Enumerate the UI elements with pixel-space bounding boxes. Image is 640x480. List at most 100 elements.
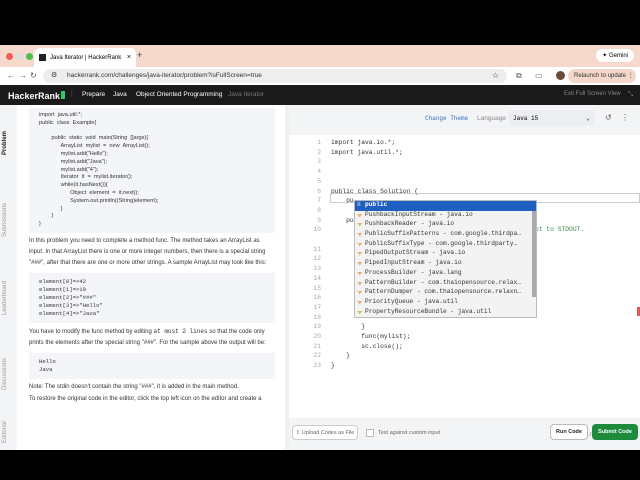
inline-code: at most 2 lines	[153, 327, 208, 335]
minimize-window-button[interactable]	[16, 53, 23, 60]
line-number: 20	[313, 333, 321, 340]
url-input[interactable]: ⚙ hackerrank.com/challenges/java-iterato…	[43, 69, 507, 83]
autocomplete-label: ProcessBuilder - java.lang	[365, 268, 462, 276]
language-select[interactable]: Java 15 ⌄	[509, 110, 595, 126]
line-number: 17	[313, 303, 321, 311]
autocomplete-item[interactable]: ᯤ PipedInputStream - java.io	[355, 259, 536, 269]
autocomplete-item[interactable]: ᯤ ProcessBuilder - java.lang	[355, 269, 536, 279]
tab-leaderboard[interactable]: Leaderboard	[2, 281, 8, 315]
autocomplete-item[interactable]: ᯤ PushbackInputStream - java.io	[355, 211, 536, 221]
line-number: 9	[317, 216, 321, 224]
tab-submissions[interactable]: Submissions	[2, 203, 8, 237]
autocomplete-item[interactable]: ≡ public	[355, 201, 536, 211]
more-options-icon[interactable]: ⋮	[621, 113, 629, 122]
custom-input-label[interactable]: Test against custom input	[378, 430, 440, 436]
autocomplete-label: public	[365, 201, 388, 208]
note-paragraph: Note: The stdin doesn't contain the stri…	[29, 383, 239, 390]
extensions-icon[interactable]: ⧉	[516, 71, 522, 81]
site-info-icon[interactable]: ⚙	[51, 71, 57, 79]
autocomplete-popup: ≡ public ᯤ PushbackInputStream - java.io ᯤ Pu…	[354, 200, 537, 318]
profile-avatar[interactable]	[556, 71, 565, 80]
upload-file-button[interactable]: ⇪ Upload Codes as File	[292, 425, 358, 440]
editor-panel: Change Theme Language Java 15 ⌄ ↺ ⋮ 1 impo…	[289, 105, 640, 450]
sample-list-code: element[0]=>42 element[1]=>10 element[2]…	[39, 277, 103, 317]
autocomplete-item[interactable]: ᯤ PriorityQueue - java.util	[355, 298, 536, 308]
hackerrank-logo[interactable]: HackerRank	[8, 90, 66, 101]
class-icon: ᯤ	[357, 231, 363, 239]
autocomplete-label: PipedOutputStream - java.io	[365, 249, 466, 257]
cast-icon[interactable]: ▭	[535, 71, 543, 80]
autocomplete-item[interactable]: ᯤ PushbackReader - java.io	[355, 220, 536, 230]
chevron-down-icon: ⌄	[586, 115, 590, 122]
gemini-button[interactable]: ✦ Gemini	[596, 49, 634, 62]
language-value: Java 15	[513, 115, 539, 122]
class-icon: ᯤ	[357, 279, 363, 287]
autocomplete-label: PipedInputStream - java.io	[365, 259, 462, 267]
line-number: 1	[317, 139, 321, 146]
autocomplete-item[interactable]: ᯤ PropertyResourceBundle - java.util	[355, 308, 536, 318]
collapse-icon[interactable]: ⤡	[628, 91, 633, 99]
line-number: 15	[313, 284, 321, 292]
breadcrumb-oop[interactable]: Object Oriented Programming	[136, 91, 222, 98]
autocomplete-label: PatternDumper - com.thaiopensource.relax…	[365, 288, 521, 296]
change-theme-link[interactable]: Change Theme	[425, 115, 468, 122]
problem-statement: import java.util.*; public class Example…	[17, 105, 285, 450]
autocomplete-item[interactable]: ᯤ PatternDumper - com.thaiopensource.rela…	[355, 288, 536, 298]
example-code: import java.util.*; public class Example…	[39, 112, 159, 228]
divider: |	[71, 90, 73, 97]
browser-tab-bar: Java Iterator | HackerRank × + ✦ Gemini	[0, 45, 640, 67]
run-code-button[interactable]: Run Code	[550, 424, 588, 440]
line-number: 12	[313, 255, 321, 263]
submit-code-button[interactable]: Submit Code	[592, 424, 638, 440]
autocomplete-label: PublicSuffixPatterns - com.google.thirdp…	[365, 230, 521, 238]
hackerrank-nav: HackerRank | Prepare Java Object Oriente…	[0, 85, 640, 105]
exit-fullscreen-link[interactable]: Exit Full Screen View	[564, 91, 621, 97]
code-line: sc.close();	[331, 342, 403, 350]
autocomplete-label: PushbackInputStream - java.io	[365, 210, 473, 218]
autocomplete-item[interactable]: ᯤ PipedOutputStream - java.io	[355, 249, 536, 259]
line-number: 8	[317, 206, 321, 214]
address-bar-row: ← → ↻ ⚙ hackerrank.com/challenges/java-i…	[0, 67, 640, 85]
code-line: }	[331, 323, 366, 331]
class-icon: ᯤ	[357, 260, 363, 268]
logo-mark	[61, 91, 66, 99]
breadcrumb-java[interactable]: Java	[113, 91, 127, 98]
autocomplete-item[interactable]: ᯤ PublicSuffixPatterns - com.google.third…	[355, 230, 536, 240]
tab-problem[interactable]: Problem	[2, 131, 8, 155]
tab-discussions[interactable]: Discussions	[2, 358, 8, 390]
relaunch-button[interactable]: Relaunch to update ⋮	[568, 69, 636, 83]
example-code-block: import java.util.*; public class Example…	[29, 108, 275, 233]
class-icon: ᯤ	[357, 211, 363, 219]
autocomplete-item[interactable]: ᯤ PublicSuffixType - com.google.thirdpart…	[355, 240, 536, 250]
reload-icon[interactable]: ↻	[30, 71, 37, 80]
code-editor[interactable]: 1 import java.io.*; 2 import java.util.*; 3 4…	[289, 135, 640, 438]
line-number: 2	[317, 148, 321, 156]
autocomplete-scrollbar[interactable]	[532, 211, 536, 297]
line-number: 22	[313, 352, 321, 360]
maximize-window-button[interactable]	[26, 53, 33, 60]
autocomplete-item[interactable]: ᯤ PatternBuilder - com.thaiopensource.rel…	[355, 279, 536, 289]
code-line: }	[331, 362, 335, 370]
bookmark-star-icon[interactable]: ☆	[492, 71, 499, 80]
autocomplete-label: PriorityQueue - java.util	[365, 297, 458, 305]
new-tab-button[interactable]: +	[137, 50, 142, 60]
close-tab-icon[interactable]: ×	[127, 54, 131, 61]
restore-history-icon[interactable]: ↺	[605, 113, 612, 122]
problem-paragraph: In this problem you need to complete a m…	[29, 237, 267, 266]
browser-tab[interactable]: Java Iterator | HackerRank ×	[34, 48, 136, 67]
back-icon[interactable]: ←	[7, 71, 15, 80]
breadcrumb-current: Java Iterator	[228, 91, 265, 98]
tab-editorial[interactable]: Editorial	[2, 421, 8, 443]
logo-text: HackerRank	[8, 91, 61, 101]
forward-icon[interactable]: →	[19, 71, 27, 80]
close-window-button[interactable]	[6, 53, 13, 60]
code-line: import java.util.*;	[331, 148, 403, 156]
autocomplete-label: PropertyResourceBundle - java.util	[365, 307, 492, 315]
line-number: 16	[313, 294, 321, 302]
text: You have to modify the func method by ed…	[29, 328, 154, 335]
custom-input-checkbox[interactable]	[366, 429, 374, 437]
sample-list-block: element[0]=>42 element[1]=>10 element[2]…	[29, 272, 275, 323]
breadcrumb-prepare[interactable]: Prepare	[82, 91, 105, 98]
line-number: 11	[313, 245, 321, 253]
url-text: hackerrank.com/challenges/java-iterator/…	[67, 72, 262, 79]
